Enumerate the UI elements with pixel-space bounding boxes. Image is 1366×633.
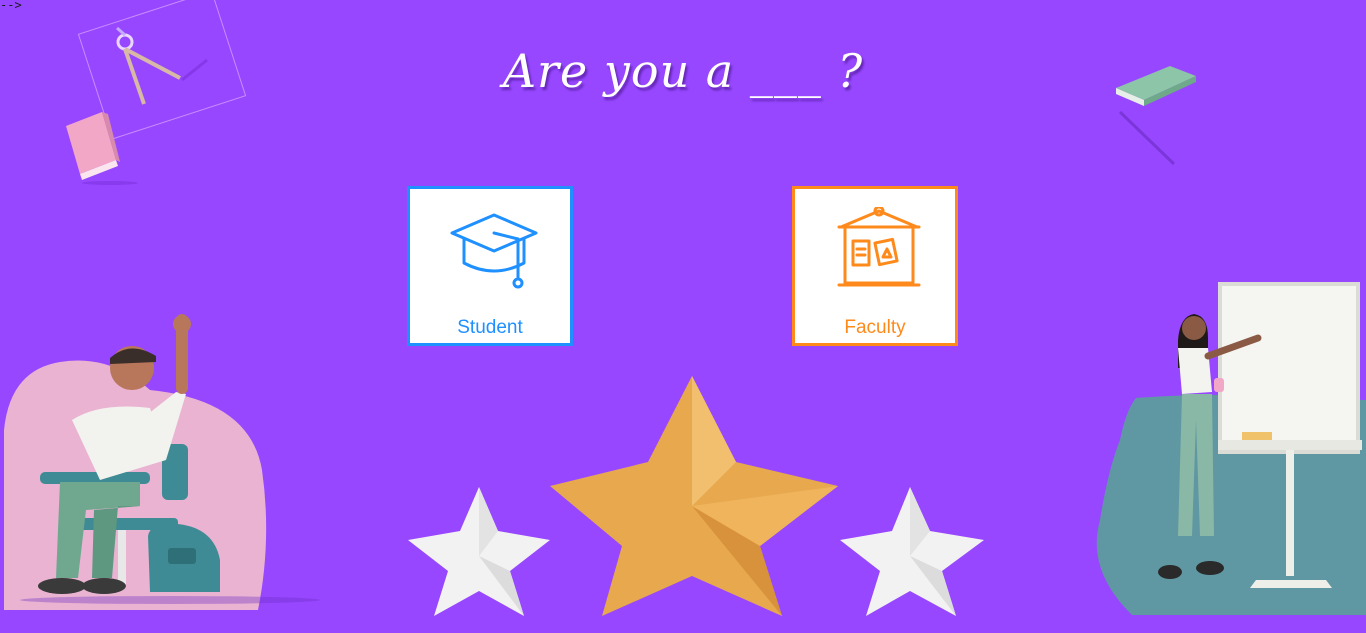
teacher-at-whiteboard-illustration — [1096, 282, 1366, 615]
stars-illustration — [408, 376, 984, 616]
faculty-role-card[interactable]: Faculty — [792, 186, 958, 346]
graduation-cap-icon — [450, 213, 538, 289]
presentation-board-icon — [837, 207, 921, 287]
stray-comment-text: --> — [0, 0, 22, 12]
green-book-illustration — [1116, 66, 1196, 166]
student-role-card[interactable]: Student — [407, 186, 573, 346]
student-at-desk-illustration — [4, 314, 320, 610]
faculty-role-label: Faculty — [844, 317, 906, 338]
pink-book-illustration — [66, 112, 138, 185]
student-role-label: Student — [457, 317, 523, 338]
role-selection-page: --> Are you a ___ ? Student Faculty — [0, 0, 1366, 633]
